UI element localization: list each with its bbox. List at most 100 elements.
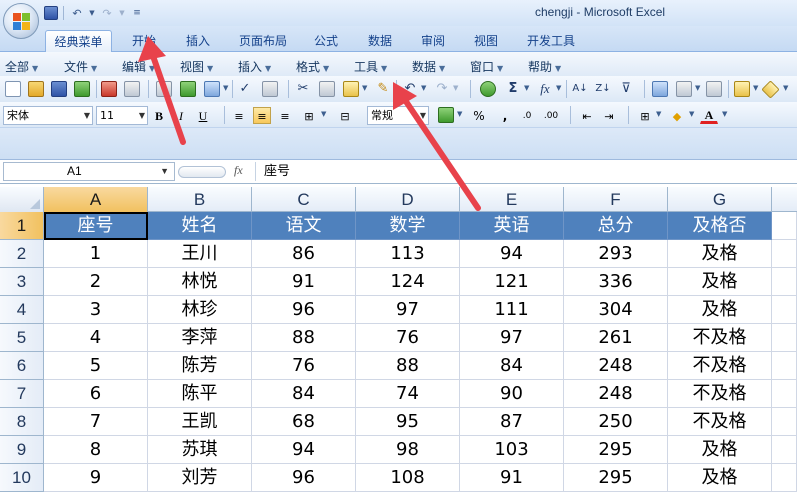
column-header-a[interactable]: A: [44, 187, 148, 212]
cell-f2[interactable]: 293: [564, 240, 668, 268]
tab-classic-menu[interactable]: 经典菜单: [45, 30, 112, 52]
paste-icon[interactable]: [343, 81, 359, 97]
redo-icon[interactable]: ↷: [433, 80, 451, 98]
cell-f7[interactable]: 248: [564, 380, 668, 408]
chevron-down-icon[interactable]: ▼: [695, 84, 700, 92]
formula-input[interactable]: 座号: [255, 162, 795, 181]
column-header-h[interactable]: [772, 187, 797, 212]
chevron-down-icon[interactable]: ▼: [753, 84, 758, 92]
tab-home[interactable]: 开始: [122, 30, 166, 52]
new-document-icon[interactable]: [5, 81, 21, 97]
row-header-5[interactable]: 5: [0, 324, 44, 352]
cell-h6[interactable]: [772, 352, 797, 380]
permission-icon[interactable]: [74, 81, 90, 97]
cell-e7[interactable]: 90: [460, 380, 564, 408]
align-left-icon[interactable]: ≡: [230, 107, 248, 124]
cell-g5[interactable]: 不及格: [668, 324, 772, 352]
tab-data[interactable]: 数据: [360, 30, 400, 52]
cell-b4[interactable]: 林珍: [148, 296, 252, 324]
number-format-select[interactable]: 常规 ▼: [367, 106, 429, 125]
cell-a5[interactable]: 4: [44, 324, 148, 352]
cell-d6[interactable]: 88: [356, 352, 460, 380]
cell-b3[interactable]: 林悦: [148, 268, 252, 296]
cell-e9[interactable]: 103: [460, 436, 564, 464]
cell-c3[interactable]: 91: [252, 268, 356, 296]
spell-check-icon[interactable]: ✓: [236, 80, 254, 98]
cell-d8[interactable]: 95: [356, 408, 460, 436]
chevron-down-icon[interactable]: ▼: [556, 84, 561, 92]
cell-b6[interactable]: 陈芳: [148, 352, 252, 380]
sort-descending-icon[interactable]: Z↓: [594, 80, 612, 98]
redo-icon[interactable]: ↷: [99, 5, 115, 21]
cell-g1[interactable]: 及格否: [668, 212, 772, 240]
chevron-down-icon[interactable]: ▼: [689, 110, 694, 118]
filter-icon[interactable]: ⊽: [617, 80, 635, 98]
format-painter-icon[interactable]: ✎: [374, 80, 392, 98]
cell-d1[interactable]: 数学: [356, 212, 460, 240]
cell-d9[interactable]: 98: [356, 436, 460, 464]
cell-g2[interactable]: 及格: [668, 240, 772, 268]
cell-h5[interactable]: [772, 324, 797, 352]
bold-button[interactable]: B: [150, 107, 168, 124]
cell-h3[interactable]: [772, 268, 797, 296]
cell-d2[interactable]: 113: [356, 240, 460, 268]
cell-d3[interactable]: 124: [356, 268, 460, 296]
tab-developer[interactable]: 开发工具: [520, 30, 582, 52]
row-header-6[interactable]: 6: [0, 352, 44, 380]
name-box[interactable]: A1 ▼: [3, 162, 175, 181]
print-preview-icon[interactable]: [156, 81, 172, 97]
save-icon[interactable]: [51, 81, 67, 97]
cell-a1[interactable]: 座号: [44, 212, 148, 240]
cell-g6[interactable]: 不及格: [668, 352, 772, 380]
cell-d7[interactable]: 74: [356, 380, 460, 408]
chevron-down-icon[interactable]: ▼: [421, 84, 426, 92]
cell-d4[interactable]: 97: [356, 296, 460, 324]
pivot-icon[interactable]: [676, 81, 692, 97]
cell-g7[interactable]: 不及格: [668, 380, 772, 408]
copy-icon[interactable]: [319, 81, 335, 97]
cell-h2[interactable]: [772, 240, 797, 268]
align-right-icon[interactable]: ≡: [276, 107, 294, 124]
menu-data[interactable]: 数据 ▼: [412, 58, 445, 75]
autosum-icon[interactable]: Σ: [504, 80, 522, 98]
research-book-icon[interactable]: [262, 81, 278, 97]
print-pdf-icon[interactable]: [101, 81, 117, 97]
cell-f6[interactable]: 248: [564, 352, 668, 380]
row-header-4[interactable]: 4: [0, 296, 44, 324]
select-all-button[interactable]: [0, 187, 44, 212]
cell-e2[interactable]: 94: [460, 240, 564, 268]
cell-c6[interactable]: 76: [252, 352, 356, 380]
chevron-down-icon[interactable]: ▼: [223, 84, 228, 92]
cell-f4[interactable]: 304: [564, 296, 668, 324]
chevron-down-icon[interactable]: ▼: [321, 110, 326, 118]
italic-button[interactable]: I: [172, 107, 190, 124]
cell-a3[interactable]: 2: [44, 268, 148, 296]
menu-file[interactable]: 文件 ▼: [64, 58, 97, 75]
undo-icon[interactable]: ↶: [401, 80, 419, 98]
currency-icon[interactable]: [438, 107, 454, 123]
increase-indent-icon[interactable]: ⇥: [600, 107, 618, 124]
chevron-down-icon[interactable]: ▼: [362, 84, 367, 92]
office-button[interactable]: [3, 3, 39, 39]
cell-c1[interactable]: 语文: [252, 212, 356, 240]
cell-c2[interactable]: 86: [252, 240, 356, 268]
cell-c5[interactable]: 88: [252, 324, 356, 352]
cell-b9[interactable]: 苏琪: [148, 436, 252, 464]
font-size-select[interactable]: 11 ▼: [96, 106, 148, 125]
cell-a8[interactable]: 7: [44, 408, 148, 436]
tab-view[interactable]: 视图: [466, 30, 506, 52]
row-header-9[interactable]: 9: [0, 436, 44, 464]
customize-qat-icon[interactable]: ≡: [129, 5, 145, 21]
cell-a6[interactable]: 5: [44, 352, 148, 380]
align-center-icon[interactable]: ≡: [253, 107, 271, 124]
cell-g3[interactable]: 及格: [668, 268, 772, 296]
folder-drop-icon[interactable]: [734, 81, 750, 97]
chevron-down-icon[interactable]: ▼: [524, 84, 529, 92]
open-folder-icon[interactable]: [28, 81, 44, 97]
cut-icon[interactable]: ✂: [294, 80, 312, 98]
tab-review[interactable]: 审阅: [413, 30, 453, 52]
menu-insert[interactable]: 插入 ▼: [238, 58, 271, 75]
insert-function-button[interactable]: fx: [234, 163, 243, 178]
insert-function-icon[interactable]: fx: [536, 80, 554, 98]
row-header-8[interactable]: 8: [0, 408, 44, 436]
